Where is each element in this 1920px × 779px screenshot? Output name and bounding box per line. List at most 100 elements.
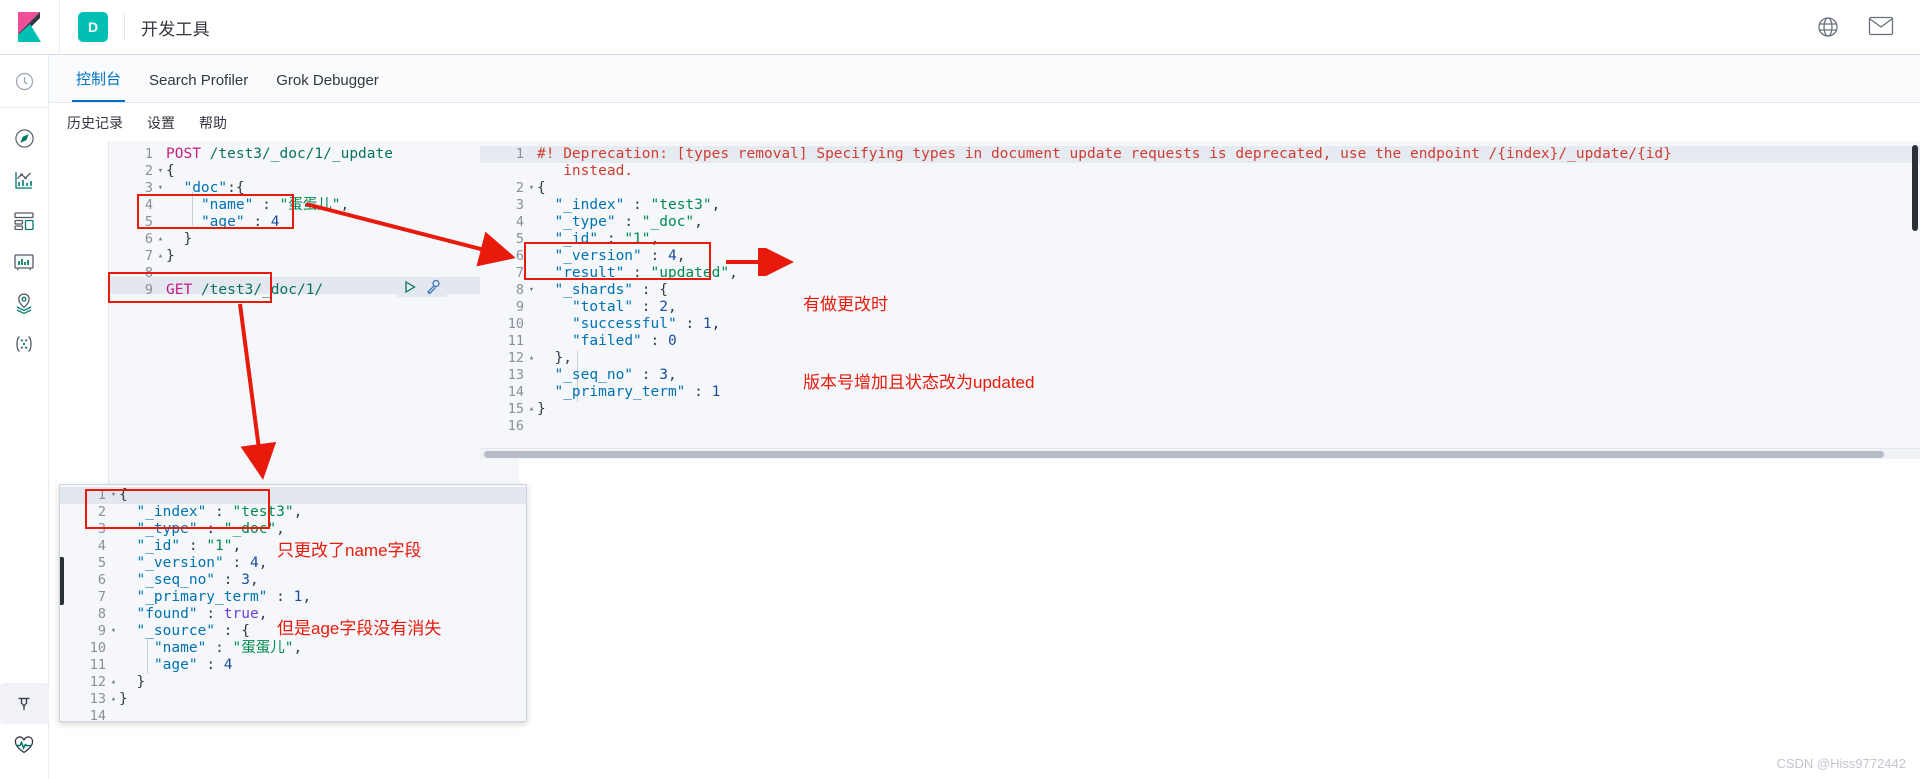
line-text: "_type" : "_doc", xyxy=(554,214,703,230)
menu-history[interactable]: 历史记录 xyxy=(67,113,123,133)
code-line: instead. xyxy=(480,163,633,180)
line-text: } xyxy=(136,674,146,690)
code-line: 6 ▴ } xyxy=(109,231,192,248)
line-text: { xyxy=(537,180,546,196)
request-run-actions[interactable] xyxy=(397,277,447,297)
line-text: "_id" : "1", xyxy=(554,231,660,247)
line-text: "_id" : "1", xyxy=(136,538,242,554)
line-text: "result" : "updated", xyxy=(554,265,738,281)
rail-bottom-group xyxy=(0,683,49,779)
kibana-logo-cell[interactable] xyxy=(0,0,60,55)
code-line: 10 "name" : "蛋蛋儿", xyxy=(60,640,303,657)
line-number: 8 xyxy=(97,606,106,622)
line-text: "_seq_no" : 3, xyxy=(136,572,259,588)
code-line: 2 ▾{ xyxy=(480,180,546,197)
line-text: "_index" : "test3", xyxy=(136,504,303,520)
annotation-bottom-note: 只更改了name字段 但是age字段没有消失 xyxy=(277,486,441,694)
code-line: 1 POST /test3/_doc/1/_update xyxy=(109,146,393,163)
page-title: 开发工具 xyxy=(141,19,210,39)
line-text: #! Deprecation: [types removal] Specifyi… xyxy=(537,146,1672,162)
line-text: "_primary_term" : 1 xyxy=(554,384,721,400)
fold-toggle-icon[interactable]: ▾ xyxy=(526,180,537,197)
monitoring-icon[interactable] xyxy=(0,724,49,765)
fold-toggle-icon[interactable]: ▾ xyxy=(155,163,166,180)
line-number: 3 xyxy=(144,180,153,196)
fold-toggle-icon[interactable]: ▴ xyxy=(526,401,537,418)
watermark: CSDN @Hiss9772442 xyxy=(1776,756,1906,771)
machine-learning-icon[interactable] xyxy=(0,323,49,364)
mail-icon[interactable] xyxy=(1868,15,1894,39)
maps-icon[interactable] xyxy=(0,282,49,323)
response-hscrollbar[interactable] xyxy=(480,448,1920,459)
fold-toggle-icon[interactable]: ▴ xyxy=(526,350,537,367)
line-number: 2 xyxy=(144,163,153,179)
console-menubar: 历史记录 设置 帮助 xyxy=(49,104,1920,141)
line-number: 8 xyxy=(515,282,524,298)
space-avatar[interactable]: D xyxy=(78,12,108,42)
fold-toggle-icon[interactable]: ▴ xyxy=(108,674,119,691)
dashboard-icon[interactable] xyxy=(0,200,49,241)
line-text: { xyxy=(119,487,128,503)
code-line: 13 ▴} xyxy=(60,691,128,708)
code-line: 16 xyxy=(480,418,537,435)
fold-toggle-icon[interactable]: ▴ xyxy=(155,248,166,265)
annotation-right-line1: 有做更改时 xyxy=(803,295,888,314)
dev-tools-icon[interactable] xyxy=(0,683,49,724)
line-number: 9 xyxy=(97,623,106,639)
line-text: } xyxy=(183,231,193,247)
code-line: 8 "found" : true, xyxy=(60,606,268,623)
line-number: 2 xyxy=(515,180,524,196)
tab-search-profiler[interactable]: Search Profiler xyxy=(135,72,262,102)
tab-grok-debugger[interactable]: Grok Debugger xyxy=(262,72,393,102)
fold-toggle-icon[interactable]: ▴ xyxy=(155,231,166,248)
line-text: "successful" : 1, xyxy=(571,316,721,332)
line-number: 16 xyxy=(507,418,524,434)
line-text: "_shards" : { xyxy=(554,282,668,298)
code-line: 12 ▴ } xyxy=(60,674,145,691)
line-text: "found" : true, xyxy=(136,606,268,622)
code-line: 10 "successful" : 1, xyxy=(480,316,721,333)
response-editor[interactable]: 1 #! Deprecation: [types removal] Specify… xyxy=(480,141,1920,459)
recently-viewed-icon[interactable] xyxy=(0,61,49,102)
send-request-icon[interactable] xyxy=(403,280,417,294)
line-text: instead. xyxy=(537,163,634,179)
code-line: 7 ▴} xyxy=(109,248,175,265)
code-line: 4 "_id" : "1", xyxy=(60,538,241,555)
canvas-icon[interactable] xyxy=(0,241,49,282)
menu-help[interactable]: 帮助 xyxy=(199,113,227,133)
code-line: 5 "age" : 4 xyxy=(109,214,280,231)
line-text: } xyxy=(537,401,546,417)
help-icon[interactable] xyxy=(1816,15,1840,39)
annotation-bottom-line1: 只更改了name字段 xyxy=(277,541,422,560)
visualize-icon[interactable] xyxy=(0,159,49,200)
line-number: 9 xyxy=(515,299,524,315)
fold-toggle-icon[interactable]: ▾ xyxy=(108,487,119,504)
line-number: 6 xyxy=(97,572,106,588)
line-text: POST /test3/_doc/1/_update xyxy=(166,146,393,162)
fold-toggle-icon[interactable]: ▴ xyxy=(108,691,119,708)
annotation-right-line2: 版本号增加且状态改为updated xyxy=(803,373,1035,392)
rail-divider xyxy=(0,107,49,108)
header-actions xyxy=(1816,15,1920,39)
code-line: 8 ▾ "_shards" : { xyxy=(480,282,668,299)
line-text: "_source" : { xyxy=(136,623,250,639)
tab-console[interactable]: 控制台 xyxy=(62,68,135,102)
annotation-bottom-line2: 但是age字段没有消失 xyxy=(277,619,442,638)
code-line: 3 ▾ "doc":{ xyxy=(109,180,245,197)
code-line: 6 "_seq_no" : 3, xyxy=(60,572,259,589)
fold-toggle-icon[interactable]: ▾ xyxy=(526,282,537,299)
code-line: 2 ▾{ xyxy=(109,163,175,180)
line-number: 10 xyxy=(507,316,524,332)
annotation-arrow-1 xyxy=(305,202,516,267)
fold-toggle-icon[interactable]: ▾ xyxy=(108,623,119,640)
dev-tools-tabbar: 控制台 Search Profiler Grok Debugger xyxy=(49,55,1920,103)
line-text: "_version" : 4, xyxy=(554,248,686,264)
response-vscrollbar[interactable] xyxy=(1912,145,1918,231)
code-line: 13 "_seq_no" : 3, xyxy=(480,367,677,384)
fold-toggle-icon[interactable]: ▾ xyxy=(155,180,166,197)
code-line: 11 "failed" : 0 xyxy=(480,333,677,350)
discover-icon[interactable] xyxy=(0,118,49,159)
line-number: 15 xyxy=(507,401,524,417)
console-wrench-icon[interactable] xyxy=(425,279,441,295)
menu-settings[interactable]: 设置 xyxy=(147,113,175,133)
